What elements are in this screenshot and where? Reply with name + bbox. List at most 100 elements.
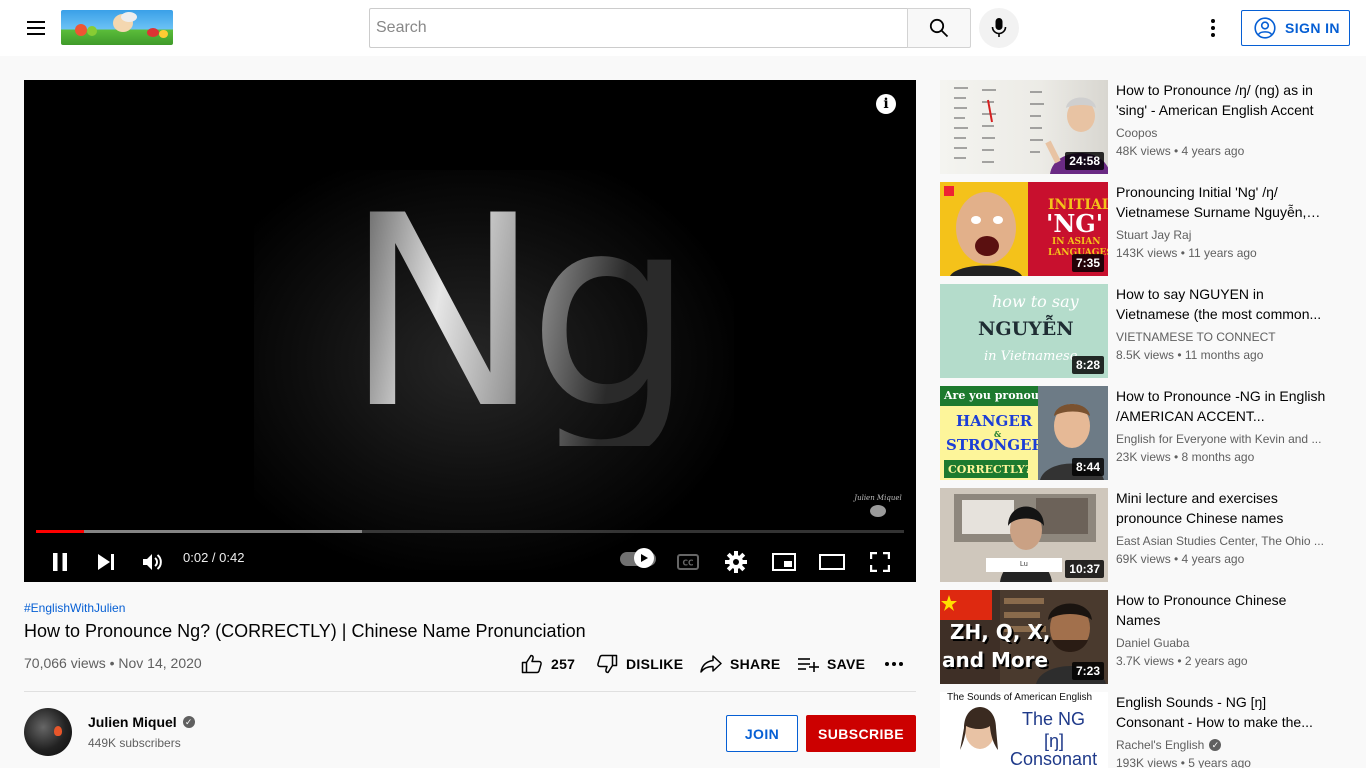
search-field[interactable] — [369, 8, 908, 48]
thumbnail-text: how to say — [992, 292, 1079, 311]
mute-button[interactable] — [135, 544, 171, 580]
video-thumbnail[interactable]: ZH, Q, X, and More 7:23 — [940, 590, 1108, 684]
captions-button[interactable]: CC — [670, 544, 706, 580]
search-input[interactable] — [370, 9, 908, 47]
recommended-video-meta: 8.5K views • 11 months ago — [1116, 348, 1264, 362]
recommended-video-title: Pronouncing Initial 'Ng' /ŋ/ Vietnamese … — [1116, 184, 1307, 220]
more-horizontal-icon — [885, 662, 903, 666]
voice-search-button[interactable] — [979, 8, 1019, 48]
recommended-video[interactable]: ZH, Q, X, and More 7:23 How to Pronounce… — [940, 590, 1342, 684]
verified-badge-icon: ✓ — [182, 716, 195, 728]
thumbnail-text: Consonant — [1010, 749, 1098, 768]
sign-in-label: SIGN IN — [1285, 20, 1340, 36]
channel-label: English for Everyone with Kevin and ... — [1116, 432, 1322, 446]
save-label: SAVE — [827, 656, 866, 672]
recommended-video-meta: 48K views • 4 years ago — [1116, 144, 1245, 158]
svg-text:CC: CC — [682, 559, 694, 568]
divider — [24, 691, 916, 692]
video-thumbnail[interactable]: how to say NGUYỄN in Vietnamese 8:28 — [940, 284, 1108, 378]
channel-logo[interactable] — [61, 10, 173, 45]
like-button[interactable]: 257 — [521, 651, 575, 677]
video-duration: 7:35 — [1071, 254, 1104, 272]
channel-name-link[interactable]: Julien Miquel ✓ — [88, 714, 195, 730]
search-button[interactable] — [907, 8, 971, 48]
fullscreen-icon — [870, 552, 890, 572]
top-header: SIGN IN — [0, 0, 1366, 56]
thumbnail-text: in Vietnamese — [984, 349, 1078, 364]
recommended-video-channel: Daniel Guaba — [1116, 635, 1326, 651]
watermark-logo-icon — [870, 505, 886, 517]
next-button[interactable] — [88, 544, 124, 580]
video-thumbnail[interactable]: 24:58 — [940, 80, 1108, 174]
progress-played — [36, 530, 84, 533]
recommended-video-channel: Stuart Jay Raj — [1116, 227, 1326, 243]
menu-button[interactable] — [16, 8, 56, 48]
recommended-video-meta: 3.7K views • 2 years ago — [1116, 654, 1248, 668]
channel-label: Rachel's English — [1116, 738, 1205, 752]
recommended-video[interactable]: The Sounds of American English The NG [ŋ… — [940, 692, 1342, 768]
video-thumbnail[interactable]: Lu 10:37 — [940, 488, 1108, 582]
recommended-video[interactable]: INITIAL 'NG' IN ASIAN LANGUAGES 7:35 Pro… — [940, 182, 1342, 276]
thumbnail-text: [ŋ] — [1044, 731, 1065, 751]
thumbnail-text: STRONGER — [946, 436, 1044, 454]
miniplayer-button[interactable] — [766, 544, 802, 580]
dislike-label: DISLIKE — [626, 656, 684, 672]
video-player[interactable]: Ng i Julien Miquel 0:02 / 0:42 CC — [24, 80, 916, 582]
playlist-add-icon — [798, 658, 819, 672]
channel-label: Coopos — [1116, 126, 1158, 140]
pause-icon — [53, 553, 67, 571]
theater-icon — [819, 554, 845, 570]
join-button[interactable]: JOIN — [726, 715, 798, 752]
channel-label: East Asian Studies Center, The Ohio ... — [1116, 534, 1324, 548]
subscribe-button[interactable]: SUBSCRIBE — [806, 715, 916, 752]
recommended-video-meta: 69K views • 4 years ago — [1116, 552, 1245, 566]
recommended-video-title: English Sounds - NG [ŋ] Consonant - How … — [1116, 694, 1313, 730]
fullscreen-button[interactable] — [862, 544, 898, 580]
progress-bar[interactable] — [36, 530, 904, 533]
recommended-video[interactable]: 24:58 How to Pronounce /ŋ/ (ng) as in 's… — [940, 80, 1342, 174]
thumbnail-text: HANGER — [956, 412, 1033, 430]
recommended-video[interactable]: how to say NGUYỄN in Vietnamese 8:28 How… — [940, 284, 1342, 378]
channel-watermark[interactable]: Julien Miquel — [852, 494, 904, 517]
settings-menu-button[interactable] — [1193, 8, 1233, 48]
theater-mode-button[interactable] — [814, 544, 850, 580]
sign-in-button[interactable]: SIGN IN — [1241, 10, 1350, 46]
settings-button[interactable] — [718, 544, 754, 580]
microphone-icon — [991, 18, 1007, 37]
thumbs-down-icon — [597, 654, 618, 674]
thumbs-up-icon — [521, 654, 542, 674]
volume-icon — [143, 554, 162, 570]
more-actions-button[interactable] — [884, 651, 904, 677]
video-duration: 8:28 — [1071, 356, 1104, 374]
recommended-video[interactable]: Lu 10:37 Mini lecture and exercises pron… — [940, 488, 1342, 582]
progress-loaded — [36, 530, 362, 533]
save-button[interactable]: SAVE — [797, 651, 865, 677]
thumbnail-text: ZH, Q, X, — [950, 620, 1051, 644]
skip-next-icon — [98, 554, 114, 570]
share-label: SHARE — [730, 656, 781, 672]
share-button[interactable]: SHARE — [700, 651, 781, 677]
recommended-video-title: Mini lecture and exercises pronounce Chi… — [1116, 490, 1284, 526]
account-icon — [1254, 17, 1276, 39]
channel-name: Julien Miquel — [88, 714, 177, 730]
thumbnail-text: NGUYỄN — [978, 318, 1074, 340]
hashtag-link[interactable]: #EnglishWithJulien — [24, 601, 125, 615]
recommended-video[interactable]: Are you pronouncing HANGER & STRONGER CO… — [940, 386, 1342, 480]
autoplay-knob[interactable] — [634, 548, 654, 568]
video-thumbnail[interactable]: Are you pronouncing HANGER & STRONGER CO… — [940, 386, 1108, 480]
view-count-date: 70,066 views • Nov 14, 2020 — [24, 655, 202, 671]
video-thumbnail[interactable]: INITIAL 'NG' IN ASIAN LANGUAGES 7:35 — [940, 182, 1108, 276]
video-overlay-text: Ng — [344, 160, 695, 467]
thumbnail-text: Lu — [1020, 561, 1028, 568]
dislike-button[interactable]: DISLIKE — [596, 651, 683, 677]
recommended-video-title: How to Pronounce -NG in English /AMERICA… — [1116, 388, 1326, 424]
channel-label: Daniel Guaba — [1116, 636, 1190, 650]
recommended-video-channel: VIETNAMESE TO CONNECT — [1116, 329, 1326, 345]
pause-button[interactable] — [42, 544, 78, 580]
video-thumbnail[interactable]: The Sounds of American English The NG [ŋ… — [940, 692, 1108, 768]
video-duration: 8:44 — [1071, 458, 1104, 476]
video-duration: 24:58 — [1065, 152, 1104, 170]
channel-avatar[interactable] — [24, 708, 72, 756]
search-icon — [929, 18, 949, 38]
info-icon[interactable]: i — [876, 94, 896, 114]
